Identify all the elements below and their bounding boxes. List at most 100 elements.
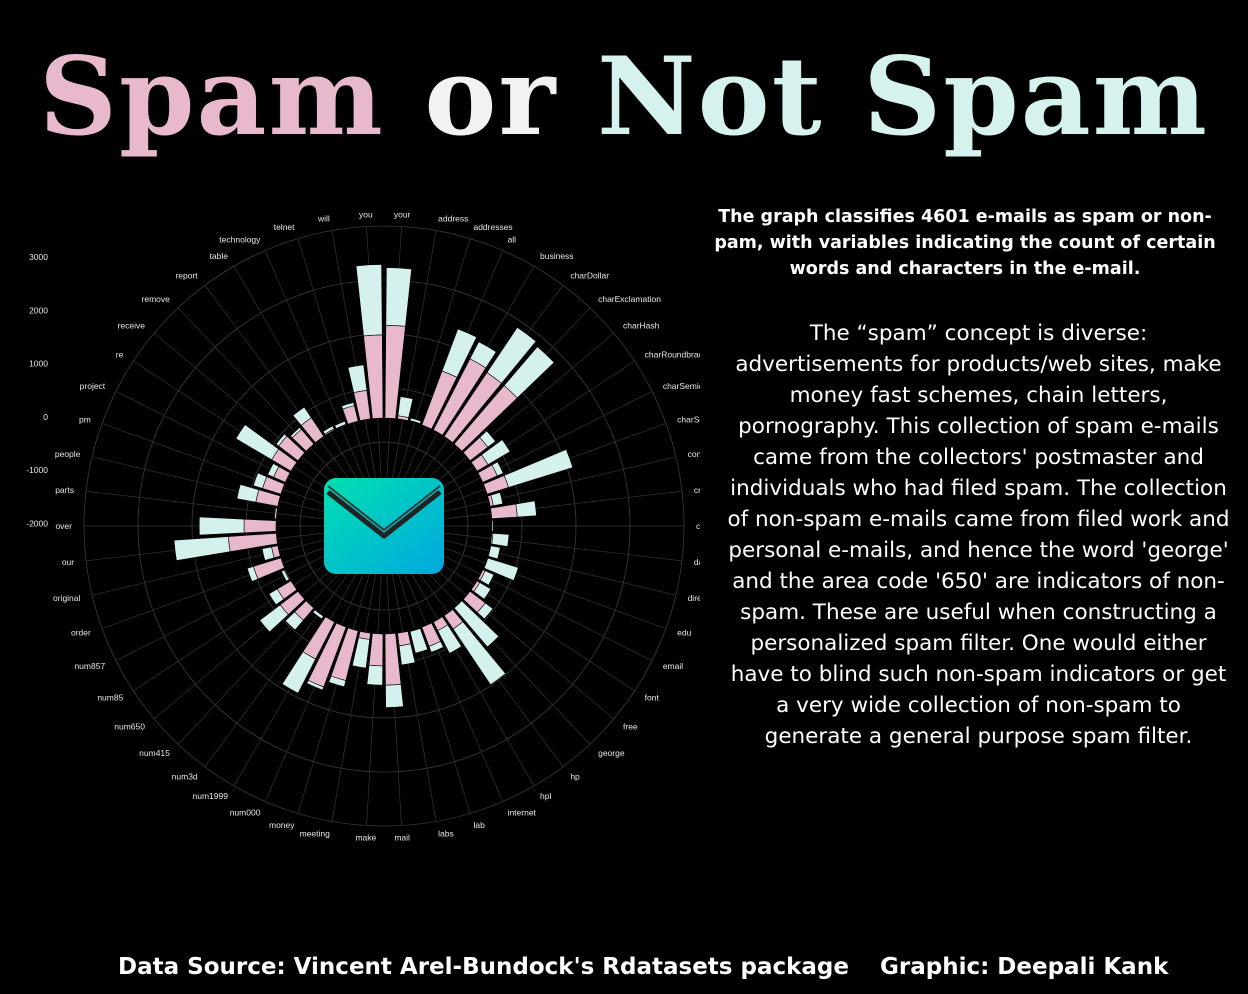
bar-labs-series-2 bbox=[398, 643, 416, 666]
bar-direct-series-2 bbox=[487, 545, 501, 560]
bar-num1999-series-2 bbox=[281, 651, 317, 694]
category-label: num415 bbox=[139, 748, 170, 758]
category-label: you bbox=[359, 210, 373, 220]
category-label: make bbox=[355, 832, 376, 842]
grid-spoke bbox=[398, 551, 535, 786]
category-label: data bbox=[694, 557, 700, 567]
category-label: mail bbox=[394, 832, 410, 842]
bar-cs-series-2 bbox=[491, 520, 494, 532]
category-label: receive bbox=[118, 320, 146, 330]
grid-spoke bbox=[366, 555, 383, 826]
bar-labs-series-1 bbox=[397, 630, 412, 647]
grid-spoke bbox=[392, 554, 471, 814]
y-tick-label: -2000 bbox=[26, 519, 48, 529]
category-label: num3d bbox=[172, 771, 198, 781]
category-label: hp bbox=[570, 771, 580, 781]
category-label: will bbox=[317, 214, 330, 224]
y-tick-label: 1000 bbox=[29, 359, 48, 369]
grid-spoke bbox=[413, 490, 683, 523]
envelope-icon bbox=[324, 478, 444, 574]
bar-credit-series-1 bbox=[490, 503, 518, 520]
chart-title: Spam or Not Spam bbox=[0, 38, 1248, 157]
bar-our-series-2 bbox=[173, 536, 231, 561]
y-tick-label: 2000 bbox=[29, 305, 48, 315]
category-label: our bbox=[62, 557, 74, 567]
category-label: george bbox=[598, 748, 625, 758]
category-label: order bbox=[71, 628, 91, 638]
bar-over-series-2 bbox=[198, 516, 245, 536]
category-label: num1999 bbox=[193, 791, 229, 801]
polar-bar-chart: your address addresses all business charDolla… bbox=[26, 210, 700, 843]
data-source-credit: Data Source: Vincent Arel-Bundock's Rdat… bbox=[118, 954, 849, 980]
y-tick-label: 0 bbox=[43, 412, 48, 422]
bar-mail-series-2 bbox=[385, 683, 404, 708]
category-label: technology bbox=[219, 235, 261, 245]
y-tick-label: -1000 bbox=[26, 465, 48, 475]
category-label: edu bbox=[677, 628, 691, 638]
bar-make-series-2 bbox=[366, 664, 383, 686]
category-label: charSquarebracket bbox=[677, 414, 700, 424]
grid-spoke bbox=[331, 555, 380, 822]
category-label: addresses bbox=[473, 222, 512, 232]
category-label: charSemicolon bbox=[663, 381, 700, 391]
grid-spoke bbox=[233, 266, 370, 501]
bar-data-series-2 bbox=[491, 533, 510, 547]
title-spam: Spam bbox=[39, 34, 385, 160]
category-label: address bbox=[438, 214, 468, 224]
category-label: re bbox=[116, 350, 124, 360]
category-label: project bbox=[80, 381, 106, 391]
bar-your-series-2 bbox=[385, 267, 412, 327]
category-label: cs bbox=[696, 521, 700, 531]
category-label: internet bbox=[508, 807, 537, 817]
grid-spoke bbox=[92, 456, 355, 520]
y-tick-label: 3000 bbox=[29, 252, 48, 262]
category-label: pm bbox=[79, 414, 91, 424]
category-label: remove bbox=[142, 294, 171, 304]
graphic-credit: Graphic: Deepali Kank bbox=[880, 954, 1169, 980]
bar-order-series-1 bbox=[252, 557, 285, 580]
bar-credit-series-2 bbox=[515, 500, 537, 518]
bar-charSquarebracket-series-2 bbox=[503, 449, 574, 488]
bar-over-series-1 bbox=[243, 518, 277, 534]
category-label: hpl bbox=[540, 791, 551, 801]
category-label: num000 bbox=[230, 807, 261, 817]
grid-spoke bbox=[413, 529, 683, 562]
category-label: all bbox=[508, 235, 517, 245]
category-label: num85 bbox=[97, 692, 123, 702]
category-label: credit bbox=[694, 485, 700, 495]
category-label: original bbox=[53, 593, 81, 603]
title-or: or bbox=[424, 34, 558, 160]
category-label: conference bbox=[688, 449, 700, 459]
chart-subtitle: The graph classifies 4601 e-mails as spa… bbox=[714, 207, 1216, 279]
category-label: meeting bbox=[300, 828, 331, 838]
category-label: over bbox=[55, 521, 72, 531]
category-label: num857 bbox=[74, 661, 105, 671]
bar-make-series-1 bbox=[368, 633, 384, 667]
category-label: email bbox=[663, 661, 683, 671]
category-label: telnet bbox=[274, 222, 295, 232]
category-label: free bbox=[623, 722, 638, 732]
y-axis-ticks: 3000 2000 1000 0 -1000 -2000 bbox=[26, 252, 48, 529]
category-label: num650 bbox=[114, 722, 145, 732]
category-label: table bbox=[210, 251, 229, 261]
spam-description: The “spam” concept is diverse: advertise… bbox=[727, 321, 1230, 749]
category-label: business bbox=[540, 251, 574, 261]
category-label: labs bbox=[438, 828, 454, 838]
category-label: direct bbox=[688, 593, 700, 603]
bar-will-series-2 bbox=[347, 364, 368, 393]
category-label: charDollar bbox=[570, 271, 609, 281]
bar-people-series-2 bbox=[236, 484, 260, 503]
category-label: font bbox=[645, 692, 660, 702]
category-label: charHash bbox=[623, 320, 660, 330]
category-label: people bbox=[55, 449, 81, 459]
title-not-spam: Not Spam bbox=[596, 34, 1209, 160]
category-label: lab bbox=[473, 820, 485, 830]
category-label: your bbox=[394, 210, 411, 220]
grid-spoke bbox=[413, 532, 676, 596]
grid-spoke bbox=[115, 391, 358, 513]
bar-address-series-2 bbox=[397, 396, 414, 418]
bar-you-series-2 bbox=[355, 264, 383, 337]
category-label: report bbox=[175, 271, 198, 281]
category-label: charExclamation bbox=[598, 294, 661, 304]
category-label: charRoundbracket bbox=[645, 350, 700, 360]
